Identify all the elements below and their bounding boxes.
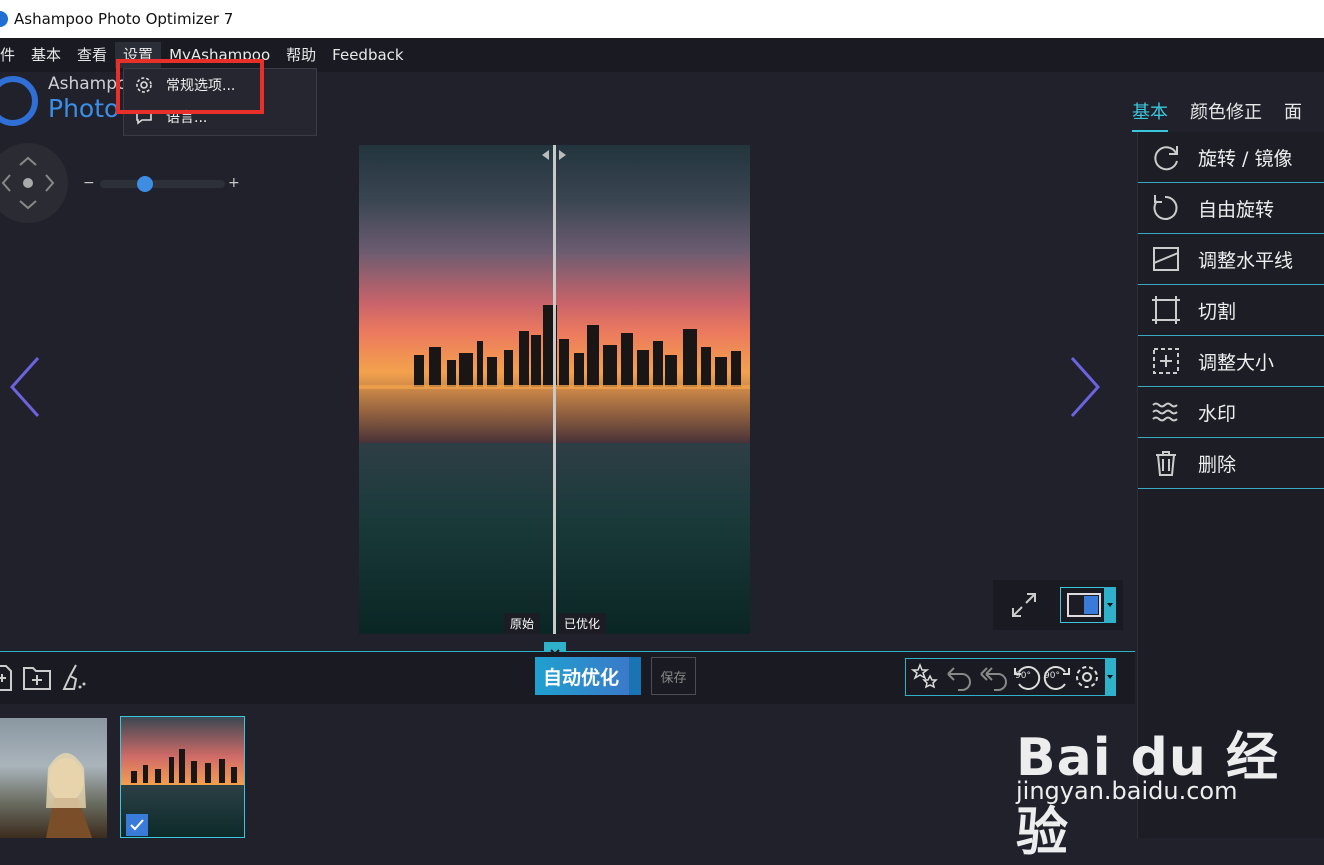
rotate-icon bbox=[1154, 146, 1178, 171]
zoom-slider-knob[interactable] bbox=[137, 176, 154, 192]
split-view-icon bbox=[1067, 593, 1101, 617]
logo-text-product: Photo bbox=[48, 94, 120, 123]
window-title: Ashampoo Photo Optimizer 7 bbox=[14, 10, 234, 28]
tool-rotate-mirror[interactable]: 旋转 / 镜像 bbox=[1138, 132, 1324, 183]
right-tabs: 基本 颜色修正 面 bbox=[1132, 98, 1324, 132]
fullscreen-icon[interactable] bbox=[1009, 590, 1039, 620]
baidu-watermark: Bai du 经验 jingyan.baidu.com bbox=[1016, 695, 1316, 863]
compare-divider[interactable] bbox=[553, 145, 556, 634]
tab-basic[interactable]: 基本 bbox=[1132, 98, 1168, 132]
add-folder-icon[interactable] bbox=[22, 662, 52, 692]
add-file-icon[interactable] bbox=[0, 664, 12, 692]
gear-icon[interactable] bbox=[1072, 662, 1102, 692]
next-image-arrow-icon[interactable] bbox=[1068, 356, 1104, 418]
previous-image-arrow-icon[interactable] bbox=[8, 356, 44, 418]
horizon-icon bbox=[1153, 247, 1179, 271]
rotate-right-degree-label: 90° bbox=[1044, 671, 1060, 681]
tab-face[interactable]: 面 bbox=[1284, 98, 1302, 132]
chevron-down-icon[interactable] bbox=[1104, 587, 1116, 623]
zoom-out-button[interactable]: − bbox=[83, 175, 95, 191]
rotate-left-90-button[interactable]: 90° bbox=[1008, 662, 1041, 692]
filmstrip-toggle-button[interactable] bbox=[544, 642, 566, 656]
tool-straighten[interactable]: 调整水平线 bbox=[1138, 234, 1324, 285]
rotate-left-degree-label: 90° bbox=[1015, 671, 1031, 681]
compare-mode-button[interactable] bbox=[1060, 587, 1108, 623]
highlight-box bbox=[116, 59, 264, 114]
label-optimized: 已优化 bbox=[558, 613, 607, 634]
watermark-icon bbox=[1152, 402, 1178, 422]
save-button[interactable]: 保存 bbox=[651, 657, 696, 695]
photo-preview[interactable]: 原始 已优化 bbox=[359, 145, 750, 634]
direction-arrows-icon bbox=[1, 156, 55, 210]
tool-label: 旋转 / 镜像 bbox=[1198, 147, 1293, 170]
zoom-slider[interactable] bbox=[100, 176, 225, 192]
broom-clear-icon[interactable] bbox=[58, 662, 88, 692]
menu-view[interactable]: 查看 bbox=[69, 42, 115, 68]
thumbnail-image bbox=[46, 753, 92, 838]
thumbnail-skyline bbox=[121, 749, 244, 785]
tab-color-correction[interactable]: 颜色修正 bbox=[1190, 98, 1262, 132]
crop-icon bbox=[1152, 296, 1180, 324]
undo-all-icon[interactable] bbox=[978, 662, 1008, 692]
resize-icon bbox=[1153, 348, 1179, 374]
rotate-right-90-button[interactable]: 90° bbox=[1038, 662, 1070, 692]
tool-label: 水印 bbox=[1198, 402, 1237, 425]
label-original: 原始 bbox=[504, 613, 541, 634]
tool-free-rotate[interactable]: 自由旋转 bbox=[1138, 183, 1324, 234]
trash-icon bbox=[1156, 451, 1176, 476]
edit-tools: 90° 90° bbox=[905, 658, 1116, 696]
tool-delete[interactable]: 删除 bbox=[1138, 438, 1324, 489]
zoom-in-button[interactable]: + bbox=[228, 175, 240, 191]
watermark-url: jingyan.baidu.com bbox=[1016, 777, 1238, 805]
menu-file[interactable]: 件 bbox=[0, 42, 23, 68]
menu-basic[interactable]: 基本 bbox=[23, 42, 69, 68]
undo-icon[interactable] bbox=[944, 662, 974, 692]
free-rotate-icon bbox=[1153, 195, 1178, 220]
chevron-down-icon[interactable] bbox=[1105, 659, 1115, 695]
tool-crop[interactable]: 切割 bbox=[1138, 285, 1324, 336]
menu-feedback[interactable]: Feedback bbox=[324, 42, 411, 68]
checkmark-icon bbox=[130, 819, 144, 831]
thumbnail-portrait[interactable] bbox=[0, 718, 107, 838]
tool-label: 调整水平线 bbox=[1198, 249, 1294, 272]
navigation-pad[interactable] bbox=[0, 143, 68, 223]
tool-resize[interactable]: 调整大小 bbox=[1138, 336, 1324, 387]
logo-ring-icon bbox=[0, 76, 38, 126]
tool-watermark[interactable]: 水印 bbox=[1138, 387, 1324, 438]
view-tools bbox=[993, 580, 1123, 630]
app-icon bbox=[0, 11, 8, 27]
auto-optimize-button[interactable]: 自动优化 bbox=[535, 657, 641, 695]
compare-drag-handle-icon[interactable] bbox=[539, 149, 569, 161]
selected-checkbox[interactable] bbox=[126, 814, 148, 836]
stars-icon[interactable] bbox=[910, 662, 940, 692]
menu-help[interactable]: 帮助 bbox=[278, 42, 324, 68]
tool-label: 调整大小 bbox=[1198, 351, 1275, 374]
tool-label: 自由旋转 bbox=[1198, 198, 1275, 221]
tool-label: 删除 bbox=[1198, 453, 1237, 476]
title-bar: Ashampoo Photo Optimizer 7 bbox=[0, 0, 1324, 38]
tool-label: 切割 bbox=[1198, 300, 1237, 323]
